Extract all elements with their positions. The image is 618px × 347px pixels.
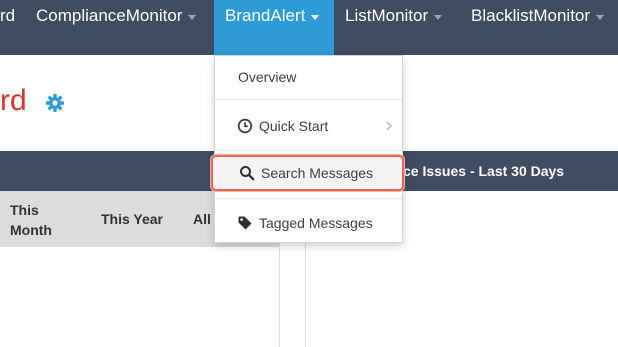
gear-icon[interactable] bbox=[45, 93, 65, 113]
clock-icon bbox=[237, 118, 253, 134]
nav-item-label: rd bbox=[0, 6, 16, 25]
section-title-issues: ce Issues - Last 30 Days bbox=[403, 163, 565, 179]
nav-item-blacklist-monitor[interactable]: BlacklistMonitor bbox=[471, 0, 605, 55]
search-icon bbox=[240, 166, 255, 181]
menu-item-label: Overview bbox=[238, 69, 297, 85]
chevron-right-icon bbox=[386, 121, 392, 131]
menu-item-label: Tagged Messages bbox=[259, 215, 373, 231]
tag-icon bbox=[238, 216, 252, 230]
column-header-this-year[interactable]: This Year bbox=[101, 209, 163, 229]
nav-item-label: ListMonitor bbox=[345, 6, 429, 25]
menu-item-label: Search Messages bbox=[261, 165, 374, 181]
nav-item-list-monitor[interactable]: ListMonitor bbox=[345, 0, 443, 55]
column-header-this-month[interactable]: This Month bbox=[10, 200, 52, 240]
caret-down-icon bbox=[596, 15, 605, 20]
caret-down-icon bbox=[311, 15, 320, 20]
menu-item-tagged-messages[interactable]: Tagged Messages bbox=[215, 203, 402, 243]
caret-down-icon bbox=[188, 15, 197, 20]
nav-item-dashboard[interactable]: rd bbox=[0, 0, 15, 55]
nav-item-brand-alert[interactable]: BrandAlert bbox=[214, 0, 334, 55]
menu-item-quick-start[interactable]: Quick Start bbox=[215, 105, 402, 147]
brand-alert-dropdown-menu: Overview Quick Start Search Messages Tag… bbox=[211, 55, 404, 243]
column-header-all[interactable]: All bbox=[193, 209, 211, 229]
menu-item-overview[interactable]: Overview bbox=[215, 56, 402, 98]
caret-down-icon bbox=[434, 15, 443, 20]
column-header-line: Month bbox=[10, 222, 52, 238]
menu-divider bbox=[215, 99, 402, 100]
top-navigation: rd ComplianceMonitor BrandAlert ListMoni… bbox=[0, 0, 618, 55]
menu-divider bbox=[215, 198, 402, 199]
menu-item-label: Quick Start bbox=[259, 118, 329, 134]
nav-item-compliance-monitor[interactable]: ComplianceMonitor bbox=[36, 0, 197, 55]
column-header-line: This bbox=[10, 202, 39, 218]
nav-item-label: BlacklistMonitor bbox=[471, 6, 591, 25]
nav-item-label: ComplianceMonitor bbox=[36, 6, 183, 25]
menu-item-search-messages[interactable]: Search Messages bbox=[211, 155, 404, 191]
menu-divider bbox=[215, 150, 402, 151]
page-title: rd bbox=[0, 84, 27, 117]
nav-item-label: BrandAlert bbox=[225, 6, 306, 25]
